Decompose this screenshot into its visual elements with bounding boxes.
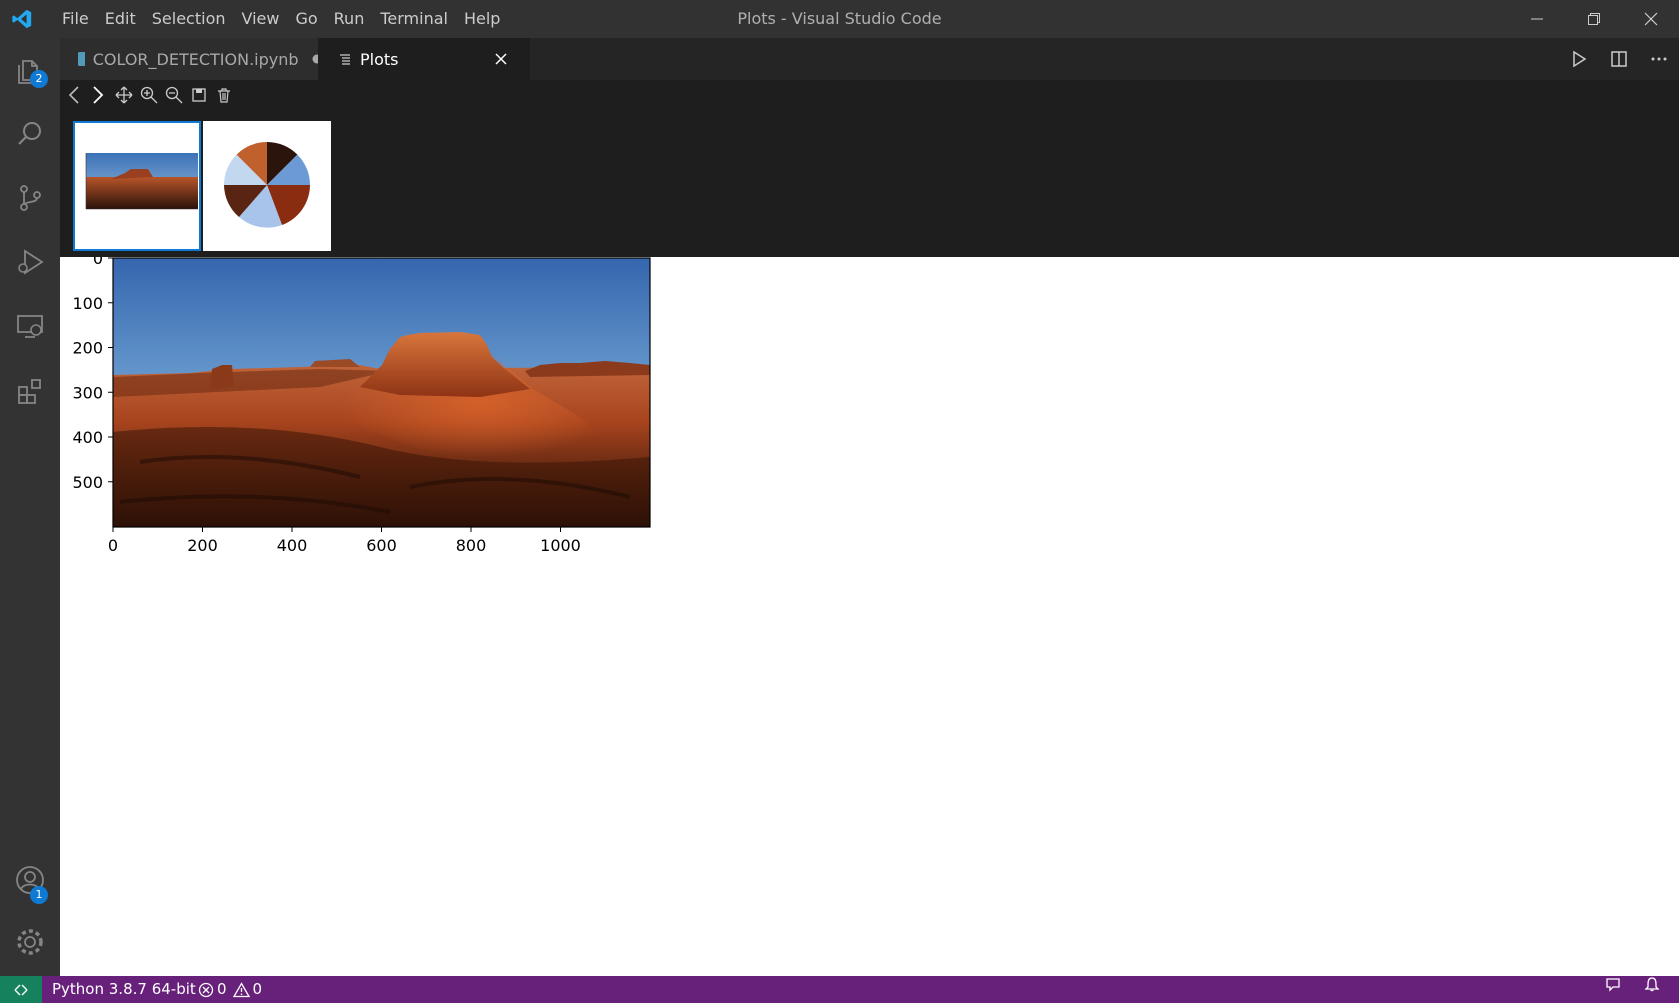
source-control-icon (20, 185, 41, 211)
run-debug-button[interactable] (0, 230, 60, 294)
editor-actions (1559, 38, 1679, 80)
remote-icon (14, 984, 28, 995)
y-tick-label: 400 (72, 428, 103, 447)
x-tick-label: 200 (187, 536, 218, 555)
title-bar: File Edit Selection View Go Run Terminal… (0, 0, 1679, 38)
vscode-logo-icon (12, 9, 32, 29)
editor-tab-bar: COLOR_DETECTION.ipynb Plots (60, 38, 1679, 80)
tab-color-detection[interactable]: COLOR_DETECTION.ipynb (60, 38, 318, 80)
python-interpreter[interactable]: Python 3.8.7 64-bit (52, 976, 196, 1003)
gear-icon (17, 929, 43, 955)
search-icon (18, 122, 41, 145)
zoom-out-icon (165, 86, 183, 104)
image-plot: 0 200 400 600 800 1000 0 100 200 300 400 500 (72, 249, 651, 555)
y-axis: 0 100 200 300 400 500 (72, 249, 113, 492)
accounts-button[interactable]: 1 (0, 848, 60, 912)
accounts-badge: 1 (30, 886, 48, 904)
remote-explorer-button[interactable] (0, 294, 60, 358)
plot-thumbnail-image[interactable] (73, 121, 201, 251)
zoom-in-button[interactable] (137, 82, 161, 108)
menu-selection[interactable]: Selection (144, 0, 234, 38)
ellipsis-icon (1651, 57, 1667, 61)
restore-button[interactable] (1565, 0, 1622, 38)
menu-run[interactable]: Run (326, 0, 373, 38)
y-tick-label: 300 (72, 383, 103, 402)
x-axis: 0 200 400 600 800 1000 (108, 527, 581, 555)
y-tick-label: 100 (72, 294, 103, 313)
status-bar: Python 3.8.7 64-bit 0 0 (0, 976, 1679, 1003)
feedback-icon (1606, 978, 1620, 992)
warning-icon (232, 981, 250, 997)
chevron-right-icon (93, 86, 104, 104)
x-tick-label: 800 (456, 536, 487, 555)
close-icon (1644, 12, 1657, 26)
pan-icon (115, 86, 133, 104)
preview-icon (340, 54, 350, 65)
zoom-in-icon (140, 86, 158, 104)
restore-icon (1587, 13, 1600, 25)
manage-button[interactable] (0, 910, 60, 974)
minimize-button[interactable] (1508, 0, 1565, 38)
warning-count: 0 (252, 980, 263, 998)
more-actions-button[interactable] (1639, 38, 1679, 80)
previous-plot-button[interactable] (62, 82, 86, 108)
explorer-button[interactable]: 2 (0, 38, 60, 102)
menu-go[interactable]: Go (287, 0, 325, 38)
x-tick-label: 0 (108, 536, 118, 555)
activity-bar: 2 1 (0, 38, 60, 976)
x-tick-label: 1000 (540, 536, 581, 555)
save-icon (192, 88, 206, 102)
extensions-button[interactable] (0, 358, 60, 422)
plot-viewer-header (60, 80, 1679, 257)
tab-label: Plots (360, 49, 399, 69)
run-debug-icon (18, 249, 44, 275)
notifications-button[interactable] (1643, 976, 1661, 994)
next-plot-button[interactable] (86, 82, 110, 108)
split-editor-button[interactable] (1599, 38, 1639, 80)
error-icon (198, 982, 214, 997)
unsaved-dot-icon[interactable] (311, 53, 318, 65)
error-count: 0 (217, 980, 227, 998)
tab-label: COLOR_DETECTION.ipynb (92, 49, 299, 69)
y-tick-label: 500 (72, 473, 103, 492)
source-control-button[interactable] (0, 166, 60, 230)
play-icon (1573, 50, 1587, 68)
menu-file[interactable]: File (54, 0, 97, 38)
extensions-icon (18, 379, 41, 404)
remote-explorer-icon (17, 315, 43, 338)
trash-icon (218, 88, 230, 103)
menu-bar: File Edit Selection View Go Run Terminal… (54, 0, 508, 38)
menu-edit[interactable]: Edit (97, 0, 144, 38)
notebook-file-icon (78, 52, 85, 66)
pan-button[interactable] (112, 82, 136, 108)
y-tick-label: 200 (72, 339, 103, 358)
plot-image (112, 257, 651, 528)
plot-thumbnail-pie[interactable] (203, 121, 331, 251)
search-button[interactable] (0, 102, 60, 166)
x-tick-label: 400 (277, 536, 308, 555)
bell-icon (1644, 977, 1660, 992)
x-tick-label: 600 (366, 536, 397, 555)
run-button[interactable] (1559, 38, 1599, 80)
save-plot-button[interactable] (187, 82, 211, 108)
delete-plot-button[interactable] (212, 82, 236, 108)
thumbnail-image-plot (85, 153, 198, 210)
split-editor-icon (1611, 51, 1627, 67)
menu-view[interactable]: View (234, 0, 288, 38)
remote-indicator[interactable] (0, 976, 42, 1003)
close-tab-icon[interactable] (494, 52, 508, 66)
problems-indicator[interactable]: 0 0 (198, 976, 262, 1003)
chevron-left-icon (68, 86, 79, 104)
feedback-button[interactable] (1604, 976, 1622, 994)
menu-terminal[interactable]: Terminal (372, 0, 456, 38)
menu-help[interactable]: Help (456, 0, 508, 38)
zoom-out-button[interactable] (162, 82, 186, 108)
thumbnail-pie-chart (224, 142, 310, 228)
close-window-button[interactable] (1622, 0, 1679, 38)
tab-plots[interactable]: Plots (318, 38, 530, 80)
y-tick-label: 0 (93, 257, 103, 268)
explorer-badge: 2 (30, 70, 48, 88)
plot-canvas: 0 200 400 600 800 1000 0 100 200 300 400 500 (60, 249, 1679, 976)
minimize-icon (1530, 18, 1543, 20)
